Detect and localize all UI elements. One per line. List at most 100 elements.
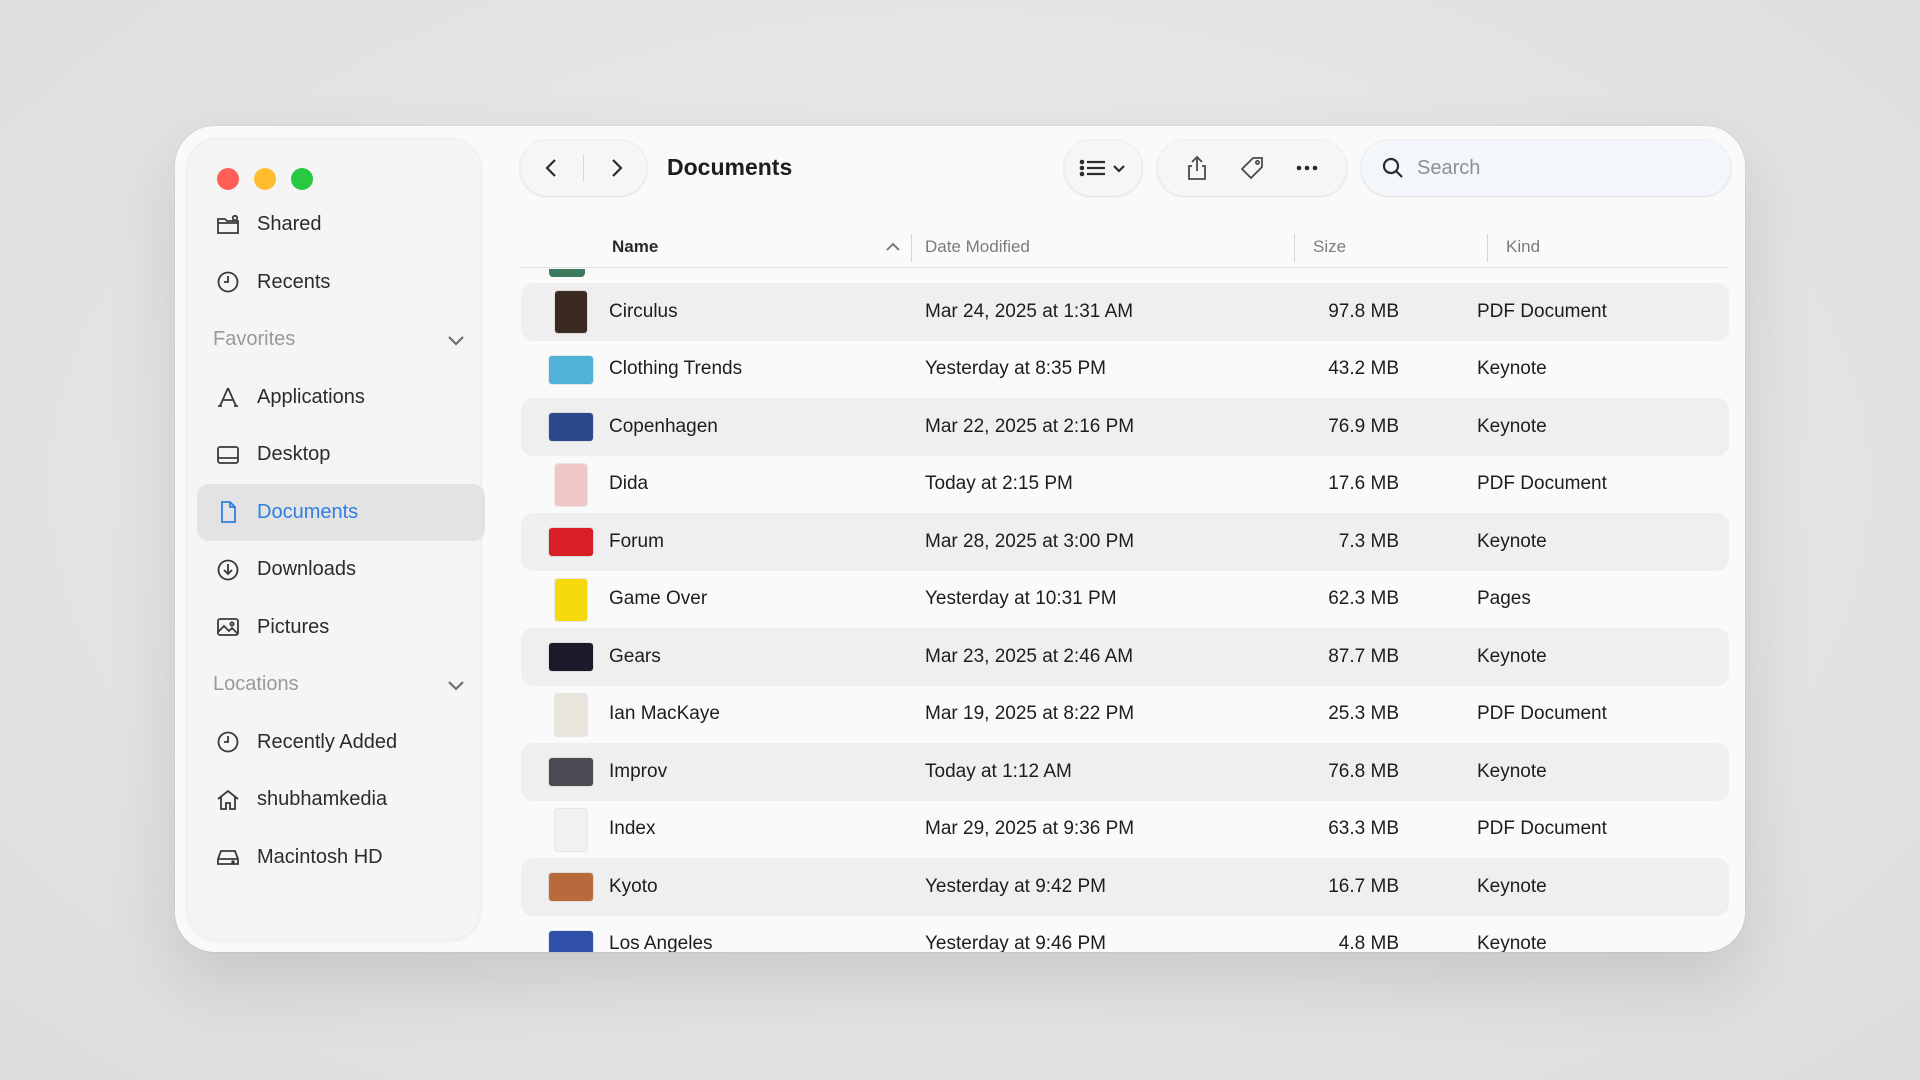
sort-ascending-icon — [886, 242, 900, 251]
thumbnail-image — [549, 758, 593, 786]
sidebar: Shared Recents Favorites Applications De… — [187, 138, 485, 940]
close-window-button[interactable] — [217, 168, 239, 190]
shared-folder-icon — [213, 210, 243, 240]
traffic-lights — [217, 168, 313, 190]
file-size: 7.3 MB — [1338, 530, 1399, 552]
file-date-modified: Yesterday at 8:35 PM — [925, 358, 1106, 380]
sidebar-item-recents[interactable]: Recents — [197, 254, 485, 312]
column-headers: Name Date Modified Size Kind — [521, 226, 1729, 268]
tag-button[interactable] — [1228, 144, 1276, 192]
file-name: Clothing Trends — [609, 358, 743, 380]
table-row[interactable]: Dida Today at 2:15 PM 17.6 MB PDF Document — [521, 456, 1729, 514]
file-thumbnail — [549, 923, 593, 952]
sidebar-item-macintosh-hd[interactable]: Macintosh HD — [197, 829, 485, 887]
file-date-modified: Mar 22, 2025 at 2:16 PM — [925, 415, 1135, 437]
sidebar-section-favorites[interactable]: Favorites — [197, 311, 485, 369]
table-row[interactable]: Improv Today at 1:12 AM 76.8 MB Keynote — [521, 743, 1729, 801]
table-row[interactable]: Forum Mar 28, 2025 at 3:00 PM 7.3 MB Keynot… — [521, 513, 1729, 571]
file-kind: Keynote — [1477, 530, 1547, 552]
column-header-date[interactable]: Date Modified — [925, 226, 1030, 268]
view-options-button[interactable] — [1064, 140, 1142, 196]
chevron-down-icon — [448, 680, 464, 691]
sidebar-item-shared[interactable]: Shared — [197, 196, 485, 254]
back-button[interactable] — [520, 140, 583, 196]
clock-icon — [213, 267, 243, 297]
file-date-modified: Mar 24, 2025 at 1:31 AM — [925, 300, 1134, 322]
forward-button[interactable] — [584, 140, 647, 196]
search-input[interactable] — [1417, 156, 1717, 180]
file-size: 62.3 MB — [1328, 588, 1399, 610]
column-header-label: Kind — [1506, 237, 1541, 256]
file-kind: Keynote — [1477, 760, 1547, 782]
sidebar-item-home[interactable]: shubhamkedia — [197, 771, 485, 829]
column-divider[interactable] — [1487, 234, 1488, 262]
file-list: Circulus Mar 24, 2025 at 1:31 AM 97.8 MB PD… — [521, 269, 1729, 952]
file-thumbnail — [549, 808, 593, 852]
tag-icon — [1240, 157, 1263, 180]
file-date-modified: Mar 23, 2025 at 2:46 AM — [925, 645, 1134, 667]
chevron-down-icon — [1113, 165, 1125, 173]
sidebar-item-documents[interactable]: Documents — [197, 483, 485, 541]
file-name: Index — [609, 818, 656, 840]
table-row[interactable]: Gears Mar 23, 2025 at 2:46 AM 87.7 MB Keyno… — [521, 628, 1729, 686]
thumbnail-image — [555, 808, 587, 851]
action-buttons — [1157, 140, 1347, 196]
sidebar-item-pictures[interactable]: Pictures — [197, 599, 485, 657]
chevron-right-icon — [611, 159, 623, 177]
file-kind: PDF Document — [1477, 703, 1607, 725]
table-row[interactable]: Ian MacKaye Mar 19, 2025 at 8:22 PM 25.3 M… — [521, 686, 1729, 744]
thumbnail-image — [555, 693, 587, 736]
search-icon — [1382, 157, 1403, 178]
file-kind: Keynote — [1477, 358, 1547, 380]
file-kind: Keynote — [1477, 645, 1547, 667]
drive-icon — [213, 842, 243, 872]
column-header-kind[interactable]: Kind — [1506, 226, 1540, 268]
more-icon — [1297, 165, 1318, 171]
file-size: 76.8 MB — [1328, 760, 1399, 782]
table-row[interactable]: Kyoto Yesterday at 9:42 PM 16.7 MB Keynote — [521, 858, 1729, 916]
table-row[interactable]: Clothing Trends Yesterday at 8:35 PM 43.2 … — [521, 341, 1729, 399]
column-header-label: Name — [612, 237, 659, 256]
file-date-modified: Today at 1:12 AM — [925, 760, 1072, 782]
table-row[interactable]: Game Over Yesterday at 10:31 PM 62.3 MB Pag… — [521, 571, 1729, 629]
sidebar-section-locations[interactable]: Locations — [197, 656, 485, 714]
applications-icon — [213, 382, 243, 412]
navigation-buttons — [520, 140, 647, 196]
file-name: Game Over — [609, 588, 708, 610]
sidebar-item-desktop[interactable]: Desktop — [197, 426, 485, 484]
search-field[interactable] — [1361, 140, 1731, 196]
minimize-window-button[interactable] — [254, 168, 276, 190]
file-size: 76.9 MB — [1328, 415, 1399, 437]
file-size: 43.2 MB — [1328, 358, 1399, 380]
finder-window: Shared Recents Favorites Applications De… — [175, 126, 1745, 952]
sidebar-item-label: Downloads — [257, 558, 356, 581]
thumbnail-image — [549, 355, 593, 384]
sidebar-item-label: Desktop — [257, 443, 331, 466]
table-row[interactable]: Los Angeles Yesterday at 9:46 PM 4.8 MB Key… — [521, 916, 1729, 952]
file-thumbnail — [549, 463, 593, 507]
column-divider[interactable] — [1294, 234, 1295, 262]
file-name: Kyoto — [609, 875, 658, 897]
column-header-size[interactable]: Size — [1313, 226, 1346, 268]
table-row[interactable]: Circulus Mar 24, 2025 at 1:31 AM 97.8 MB PD… — [521, 283, 1729, 341]
file-size: 17.6 MB — [1328, 473, 1399, 495]
thumbnail-image — [555, 463, 587, 506]
file-date-modified: Mar 28, 2025 at 3:00 PM — [925, 530, 1135, 552]
sidebar-item-recently-added[interactable]: Recently Added — [197, 714, 485, 772]
more-button[interactable] — [1283, 144, 1331, 192]
column-header-name[interactable]: Name — [612, 226, 902, 268]
table-row[interactable]: Copenhagen Mar 22, 2025 at 2:16 PM 76.9 MB… — [521, 398, 1729, 456]
share-icon — [1187, 155, 1206, 180]
sidebar-list: Shared Recents Favorites Applications De… — [197, 196, 485, 886]
thumbnail-image — [549, 873, 593, 901]
column-divider[interactable] — [911, 234, 912, 262]
desktop-icon — [213, 440, 243, 470]
share-button[interactable] — [1173, 144, 1221, 192]
section-title: Favorites — [213, 328, 296, 351]
maximize-window-button[interactable] — [291, 168, 313, 190]
sidebar-item-downloads[interactable]: Downloads — [197, 541, 485, 599]
sidebar-item-label: Recently Added — [257, 730, 398, 753]
table-row[interactable]: Index Mar 29, 2025 at 9:36 PM 63.3 MB PDF D… — [521, 801, 1729, 859]
download-icon — [213, 555, 243, 585]
sidebar-item-applications[interactable]: Applications — [197, 369, 485, 427]
